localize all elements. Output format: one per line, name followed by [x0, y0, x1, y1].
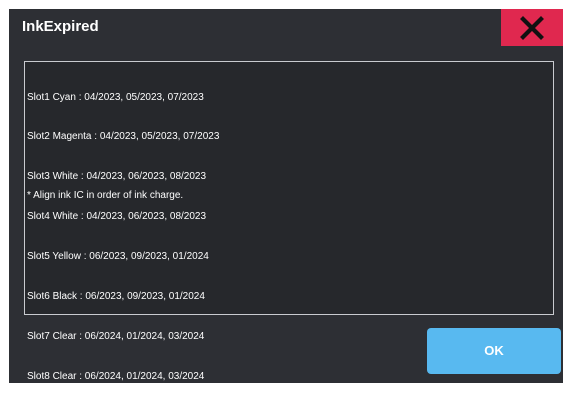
- list-item: Slot7 Clear : 06/2024, 01/2024, 03/2024: [27, 330, 205, 342]
- list-item: Slot1 Cyan : 04/2023, 05/2023, 07/2023: [27, 91, 204, 103]
- title-bar: InkExpired: [9, 9, 563, 46]
- ink-expired-dialog: InkExpired Slot1 Cyan : 04/2023, 05/2023…: [9, 9, 563, 383]
- align-note: * Align ink IC in order of ink charge.: [27, 190, 184, 201]
- close-button[interactable]: [501, 9, 563, 46]
- ink-expiry-list: Slot1 Cyan : 04/2023, 05/2023, 07/2023 S…: [27, 64, 219, 410]
- list-item: Slot2 Magenta : 04/2023, 05/2023, 07/202…: [27, 131, 220, 143]
- list-item: Slot8 Clear : 06/2024, 01/2024, 03/2024: [27, 370, 205, 382]
- ok-button[interactable]: OK: [427, 328, 561, 374]
- list-item: Slot4 White : 04/2023, 06/2023, 08/2023: [27, 211, 207, 223]
- list-item: Slot6 Black : 06/2023, 09/2023, 01/2024: [27, 291, 205, 303]
- message-box: Slot1 Cyan : 04/2023, 05/2023, 07/2023 S…: [24, 61, 554, 382]
- close-icon: [520, 16, 544, 40]
- list-item: Slot3 White : 04/2023, 06/2023, 08/2023: [27, 171, 207, 183]
- dialog-title: InkExpired: [22, 18, 99, 35]
- list-item: Slot5 Yellow : 06/2023, 09/2023, 01/2024: [27, 251, 209, 263]
